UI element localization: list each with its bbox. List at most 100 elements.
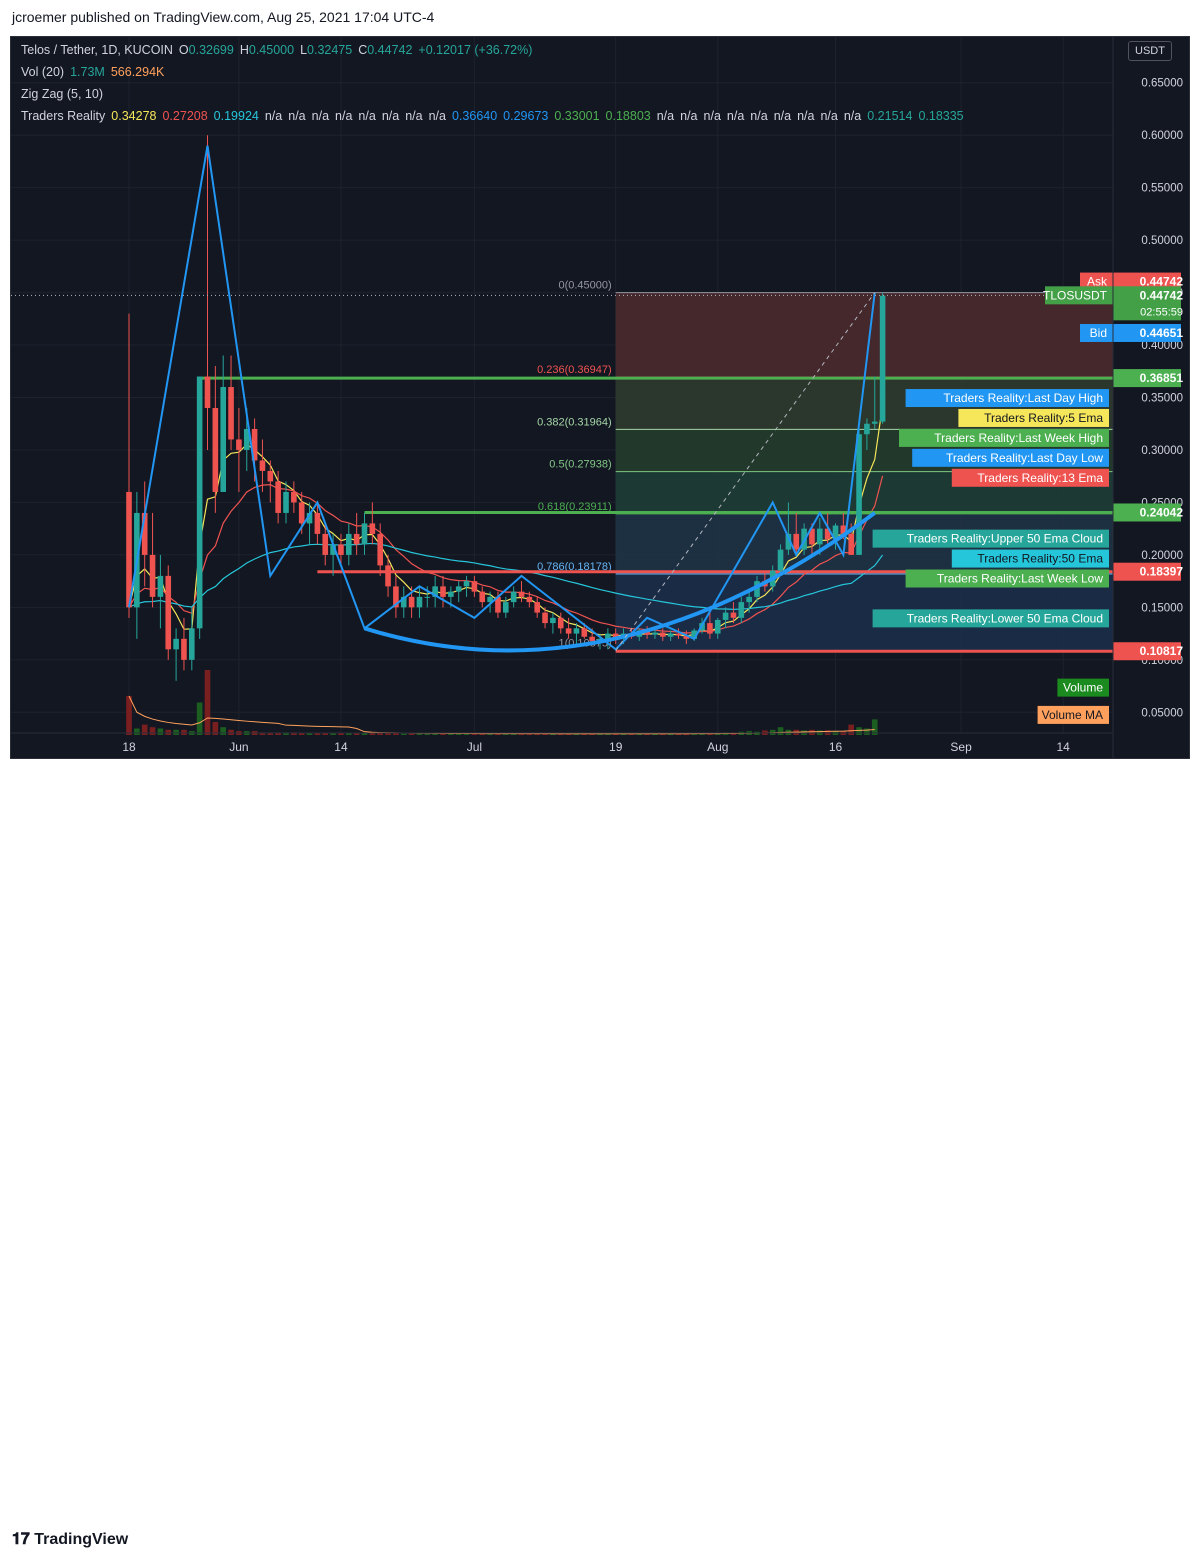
currency-button[interactable]: USDT [1128, 41, 1172, 61]
volume-bar [369, 733, 376, 735]
volume-bar [864, 728, 870, 735]
candle-body [283, 491, 289, 513]
candle-body [385, 565, 391, 587]
candle-body [573, 628, 580, 634]
candle-body [871, 421, 878, 424]
candle-body [448, 591, 454, 597]
close-value: 0.44742 [367, 43, 413, 57]
candle-body [377, 533, 383, 566]
vol-label[interactable]: Vol (20) [21, 65, 64, 79]
candle-body [346, 533, 352, 555]
indicator-tag-text: Traders Reality:Last Week High [934, 431, 1103, 445]
volume-bar [157, 728, 164, 735]
indicator-tag-text: Volume [1063, 681, 1103, 695]
candle-body [557, 617, 564, 629]
volume-bar [393, 733, 399, 735]
volume-ma-line [128, 695, 875, 735]
chart-svg[interactable]: 0(0.45000) 0.236(0.36947) 0.382(0.31964) 0.… [11, 37, 1190, 759]
tr-value-9: n/a [405, 109, 423, 123]
publisher-bar: jcroemer published on TradingView.com, A… [0, 0, 1200, 36]
x-tick-label: 16 [829, 740, 843, 754]
tr-value-7: n/a [358, 109, 376, 123]
candle-body [220, 387, 226, 492]
x-tick-label: 14 [1056, 740, 1070, 754]
volume-bar [777, 727, 784, 735]
candle-body [204, 376, 211, 408]
tr-value-21: n/a [797, 109, 815, 123]
indicator-tag-text: Traders Reality:13 Ema [977, 471, 1103, 485]
candle-body [463, 581, 470, 587]
axis-price-value: 0.18397 [1140, 565, 1184, 579]
x-tick-label: Jul [467, 740, 482, 754]
candle-body [660, 632, 666, 637]
x-tick-label: 14 [334, 740, 348, 754]
volume-bar [173, 729, 179, 735]
candle-body [526, 596, 533, 603]
candle-body [848, 533, 854, 555]
y-tick-label: 0.50000 [1141, 235, 1183, 247]
tr-value-10: n/a [428, 109, 446, 123]
x-tick-label: Jun [229, 740, 248, 754]
candle-body [793, 533, 800, 550]
change-value: +0.12017 (+36.72%) [418, 43, 533, 57]
candle-body [856, 434, 862, 555]
volume-bar [361, 733, 368, 735]
candle-body [714, 619, 721, 634]
candle-body [424, 596, 431, 598]
candle-body [181, 638, 187, 660]
tr-value-13: 0.33001 [554, 109, 600, 123]
tr-value-14: 0.18803 [605, 109, 651, 123]
axis-price-countdown: 02:55:59 [1140, 306, 1183, 318]
volume-bar [149, 727, 156, 735]
footer-bar: 𝟏𝟕 TradingView [0, 759, 1200, 1548]
candle-body [722, 612, 729, 620]
y-tick-label: 0.05000 [1141, 707, 1183, 719]
tr-value-4: n/a [288, 109, 306, 123]
high-label: H [239, 43, 249, 57]
volume-bar [126, 696, 132, 735]
candle-body [746, 596, 752, 603]
candle-body [667, 633, 674, 637]
zigzag-label[interactable]: Zig Zag (5, 10) [21, 87, 103, 101]
candle-body [440, 586, 446, 597]
symbol-label[interactable]: Telos / Tether, 1D, KUCOIN [21, 43, 173, 57]
tr-value-6: n/a [335, 109, 353, 123]
y-tick-label: 0.65000 [1141, 78, 1183, 90]
candle-body [236, 439, 242, 450]
fib-label: 0.382(0.31964) [537, 416, 612, 428]
candle-body [503, 602, 509, 613]
candle-body [864, 423, 870, 435]
candle-body [196, 376, 203, 629]
axis-price-value: 0.44742 [1140, 288, 1184, 302]
legend-traders-reality: Traders Reality 0.34278 0.27208 0.19924 n/a n… [21, 109, 976, 123]
tr-value-20: n/a [773, 109, 792, 123]
tr-value-5: n/a [311, 109, 330, 123]
tr-value-11: 0.36640 [451, 109, 498, 123]
tr-value-2: 0.19924 [213, 109, 259, 123]
candle-body [314, 512, 321, 534]
candle-body [157, 575, 164, 597]
tv-logo-icon: 𝟏𝟕 [12, 1531, 35, 1548]
chart-frame[interactable]: 0(0.45000) 0.236(0.36947) 0.382(0.31964) 0.… [10, 36, 1190, 759]
indicator-tag-text: Traders Reality:Last Week Low [937, 572, 1103, 586]
indicator-tag-text: Traders Reality:50 Ema [977, 552, 1103, 566]
volume-bar [353, 733, 360, 735]
open-value: 0.32699 [188, 43, 234, 57]
tr-value-3: n/a [264, 109, 283, 123]
indicator-tag-text: Traders Reality:5 Ema [984, 411, 1103, 425]
volume-bar [134, 728, 140, 735]
indicator-tag-text: Traders Reality:Lower 50 Ema Cloud [907, 611, 1103, 625]
candle-body [416, 596, 423, 608]
candle-body [534, 602, 540, 613]
candle-body [652, 632, 658, 635]
volume-bar [809, 729, 815, 735]
tr-label[interactable]: Traders Reality [21, 109, 105, 123]
candle-body [707, 623, 713, 634]
x-tick-label: 19 [609, 740, 623, 754]
fib-zone [615, 292, 1113, 378]
low-label: L [300, 43, 308, 57]
volume-bar [220, 727, 226, 735]
tr-value-17: n/a [703, 109, 721, 123]
candle-body [298, 502, 305, 524]
candle-body [338, 544, 344, 555]
